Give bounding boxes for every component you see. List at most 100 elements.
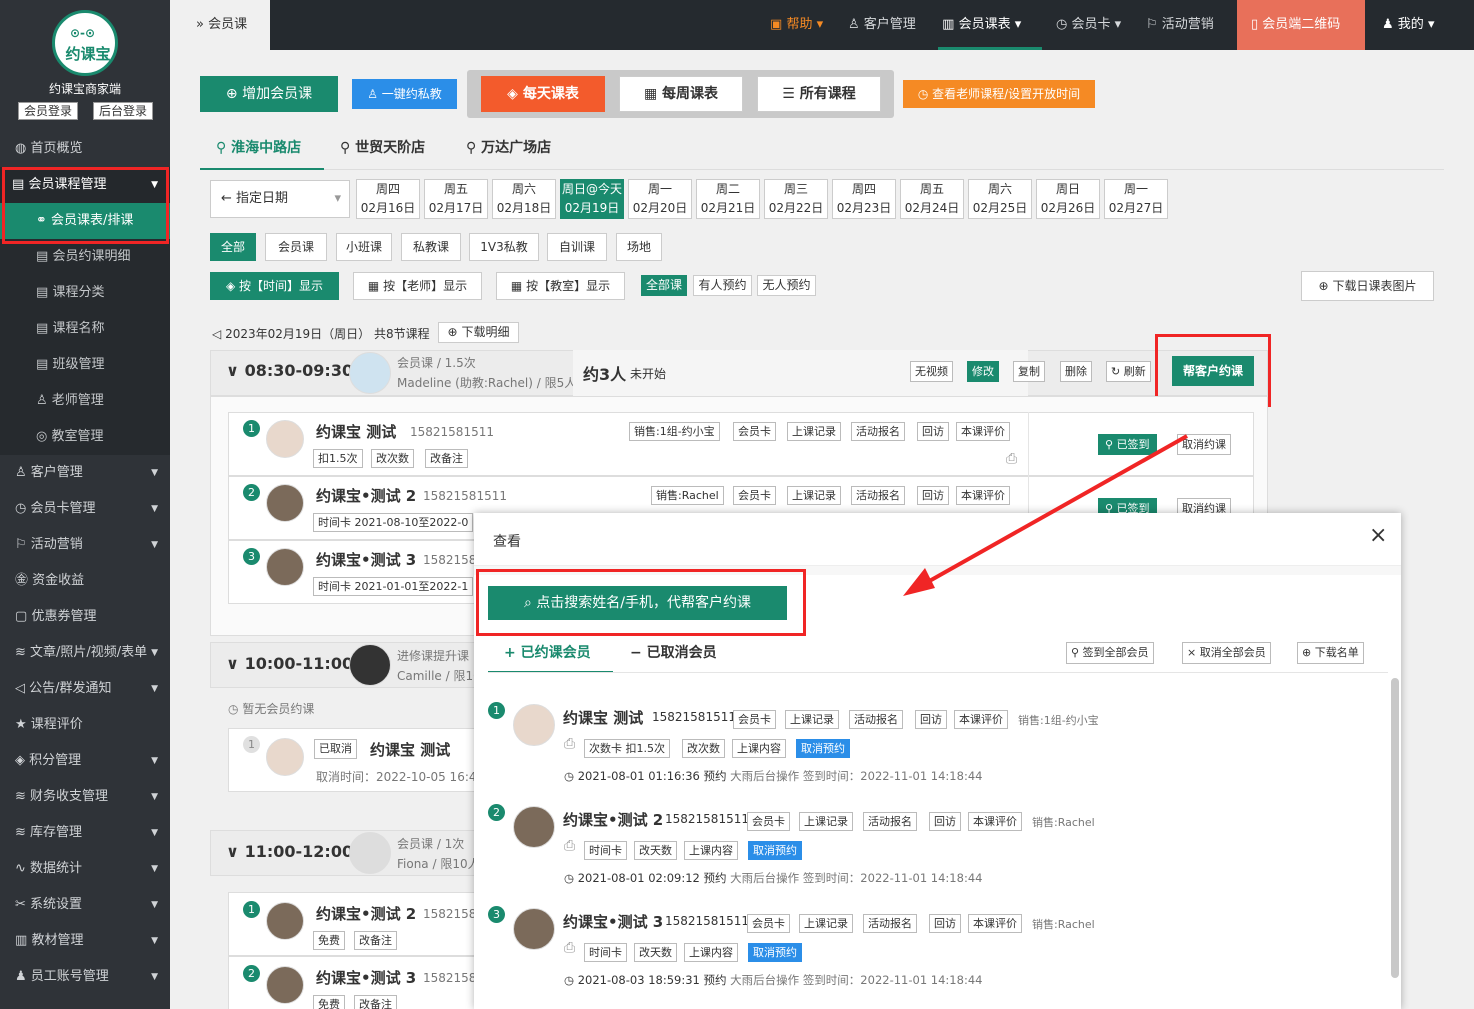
daily-button[interactable]: ◈ 每天课表 [481, 76, 605, 112]
no-video-button[interactable]: 无视频 [910, 361, 953, 382]
cancel-booking-button[interactable]: 取消预约 [796, 739, 850, 758]
view-by-time[interactable]: ◈ 按【时间】显示 [210, 272, 339, 300]
nav-mine[interactable]: ♟ 我的 ▾ [1382, 0, 1434, 50]
filter-no-booking[interactable]: 无人预约 [757, 275, 816, 296]
content-button[interactable]: 上课内容 [732, 739, 786, 758]
download-list-button[interactable]: ⊕ 下载名单 [1297, 642, 1364, 664]
sidebar-item-7[interactable]: ♙ 老师管理 [0, 383, 170, 419]
tab-booked[interactable]: + 已约课会员 [488, 641, 613, 673]
member-tag[interactable]: 会员卡 [733, 710, 776, 729]
scrollbar[interactable] [1391, 678, 1399, 978]
day-5[interactable]: 周二 02月21日 [696, 179, 760, 219]
sidebar-item-12[interactable]: ㊎ 资金收益 [0, 563, 170, 599]
tab-cancelled[interactable]: − 已取消会员 [630, 641, 717, 665]
qrcode-button[interactable]: ▯ 会员端二维码 [1237, 0, 1365, 50]
teacher-schedule-button[interactable]: ◷ 查看老师课程/设置开放时间 [903, 80, 1095, 108]
filter-3[interactable]: 私教课 [401, 233, 461, 261]
day-10[interactable]: 周日 02月26日 [1036, 179, 1100, 219]
member-login-button[interactable]: 会员登录 [18, 102, 79, 120]
member-tag[interactable]: 会员卡 [747, 812, 790, 831]
sign-all-button[interactable]: ⚲ 签到全部会员 [1066, 642, 1154, 664]
edit-note-button[interactable]: 改备注 [354, 931, 397, 950]
member-tag[interactable]: 会员卡 [733, 422, 776, 441]
nav-customer[interactable]: ♙ 客户管理 [848, 0, 916, 50]
sidebar-item-18[interactable]: ≋ 财务收支管理 ▼ [0, 779, 170, 815]
member-tag[interactable]: 活动报名 [863, 812, 917, 831]
member-tag[interactable]: 活动报名 [849, 710, 903, 729]
print-icon[interactable]: ⎙ [564, 736, 575, 752]
member-tag[interactable]: 会员卡 [747, 914, 790, 933]
add-course-button[interactable]: ⊕ 增加会员课 [200, 76, 338, 112]
content-button[interactable]: 上课内容 [684, 943, 738, 962]
sidebar-item-3[interactable]: ▤ 会员约课明细 [0, 239, 170, 275]
weekly-button[interactable]: ▦ 每周课表 [619, 76, 743, 112]
day-0[interactable]: 周四 02月16日 [356, 179, 420, 219]
day-3[interactable]: 周日@今天 02月19日 [560, 179, 624, 219]
delete-button[interactable]: 删除 [1060, 361, 1092, 382]
member-tag[interactable]: 本课评价 [968, 914, 1022, 933]
cancel-all-button[interactable]: × 取消全部会员 [1182, 642, 1271, 664]
print-icon[interactable]: ⎙ [564, 940, 575, 956]
private-button[interactable]: ♙ 一键约私教 [352, 79, 457, 109]
view-by-room[interactable]: ▦ 按【教室】显示 [496, 272, 625, 300]
filter-2[interactable]: 小班课 [336, 233, 392, 261]
cancel-booking-button[interactable]: 取消预约 [748, 841, 802, 860]
member-tag[interactable]: 活动报名 [863, 914, 917, 933]
sidebar-item-15[interactable]: ◁ 公告/群发通知 ▼ [0, 671, 170, 707]
date-picker[interactable]: ← 指定日期 ▾ [210, 180, 350, 218]
close-icon[interactable]: × [1369, 523, 1387, 548]
sidebar-item-23[interactable]: ♟ 员工账号管理 ▼ [0, 959, 170, 995]
member-tag[interactable]: 上课记录 [785, 710, 839, 729]
member-tag[interactable]: 上课记录 [799, 812, 853, 831]
change-button[interactable]: 改天数 [634, 943, 677, 962]
edit-note-button[interactable]: 改备注 [354, 995, 397, 1009]
member-tag[interactable]: 回访 [915, 710, 947, 729]
edit-button[interactable]: 修改 [967, 361, 999, 382]
sidebar-item-21[interactable]: ✂ 系统设置 ▼ [0, 887, 170, 923]
sidebar-item-14[interactable]: ≋ 文章/照片/视频/表单 ▼ [0, 635, 170, 671]
sidebar-item-16[interactable]: ★ 课程评价 [0, 707, 170, 743]
day-7[interactable]: 周四 02月23日 [832, 179, 896, 219]
filter-0[interactable]: 全部 [210, 233, 256, 261]
member-tag[interactable]: 上课记录 [799, 914, 853, 933]
breadcrumb[interactable]: » 会员课 [182, 0, 270, 50]
change-button[interactable]: 改次数 [682, 739, 725, 758]
cancel-booking-button[interactable]: 取消预约 [748, 943, 802, 962]
filter-5[interactable]: 自训课 [547, 233, 607, 261]
sidebar-item-8[interactable]: ◎ 教室管理 [0, 419, 170, 455]
filter-1[interactable]: 会员课 [265, 233, 327, 261]
download-detail-button[interactable]: ⊕ 下载明细 [438, 322, 519, 343]
sidebar-item-11[interactable]: ⚐ 活动营销 ▼ [0, 527, 170, 563]
filter-6[interactable]: 场地 [616, 233, 662, 261]
member-tag[interactable]: 回访 [929, 914, 961, 933]
day-8[interactable]: 周五 02月24日 [900, 179, 964, 219]
sidebar-item-4[interactable]: ▤ 课程分类 [0, 275, 170, 311]
day-11[interactable]: 周一 02月27日 [1104, 179, 1168, 219]
nav-card[interactable]: ◷ 会员卡 ▾ [1056, 0, 1121, 50]
store-tab-0[interactable]: ⚲ 淮海中路店 [200, 128, 324, 170]
sidebar-item-19[interactable]: ≋ 库存管理 ▼ [0, 815, 170, 851]
member-tag[interactable]: 回访 [929, 812, 961, 831]
filter-4[interactable]: 1V3私教 [469, 233, 539, 261]
change-count-button[interactable]: 改次数 [371, 449, 414, 468]
store-tab-1[interactable]: ⚲ 世贸天阶店 [340, 128, 425, 170]
filter-has-booking[interactable]: 有人预约 [693, 275, 752, 296]
edit-note-button[interactable]: 改备注 [425, 449, 468, 468]
print-icon[interactable]: ⎙ [564, 838, 575, 854]
sidebar-item-17[interactable]: ◈ 积分管理 ▼ [0, 743, 170, 779]
refresh-button[interactable]: ↻ 刷新 [1106, 361, 1151, 382]
download-image-button[interactable]: ⊕ 下载日课表图片 [1301, 271, 1434, 301]
day-1[interactable]: 周五 02月17日 [424, 179, 488, 219]
store-tab-2[interactable]: ⚲ 万达广场店 [466, 128, 551, 170]
filter-all-booking[interactable]: 全部课 [641, 275, 687, 296]
sidebar-item-10[interactable]: ◷ 会员卡管理 ▼ [0, 491, 170, 527]
member-tag[interactable]: 会员卡 [733, 486, 776, 505]
sidebar-item-0[interactable]: ◍ 首页概览 [0, 131, 170, 167]
day-2[interactable]: 周六 02月18日 [492, 179, 556, 219]
help-menu[interactable]: ▣ 帮助 ▾ [770, 0, 823, 50]
content-button[interactable]: 上课内容 [684, 841, 738, 860]
sidebar-item-13[interactable]: ▢ 优惠券管理 [0, 599, 170, 635]
member-tag[interactable]: 本课评价 [968, 812, 1022, 831]
day-4[interactable]: 周一 02月20日 [628, 179, 692, 219]
member-tag[interactable]: 上课记录 [787, 422, 841, 441]
